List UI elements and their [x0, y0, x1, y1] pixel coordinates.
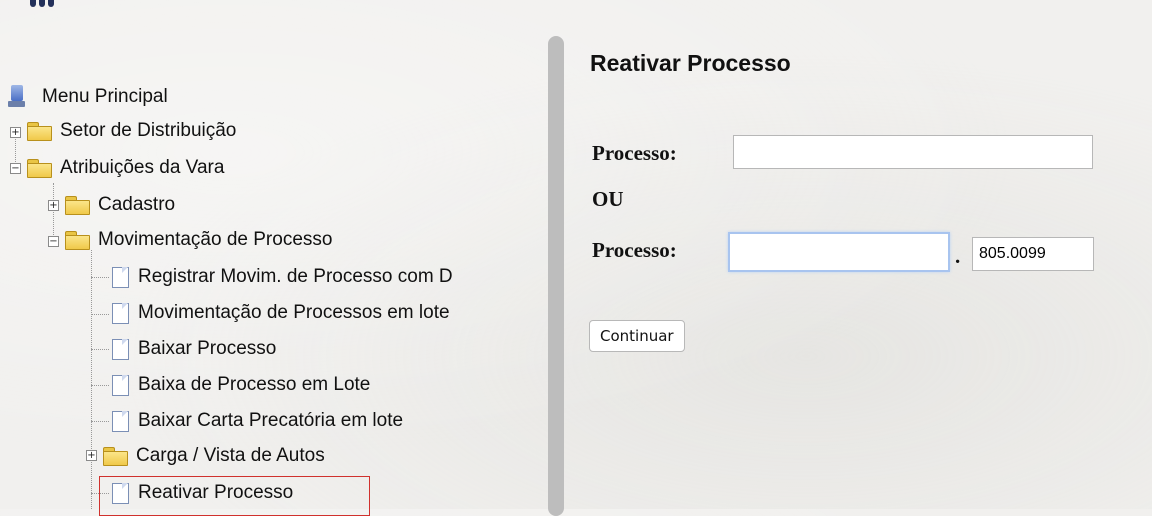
- continue-button[interactable]: Continuar: [589, 320, 685, 352]
- tree-item-label: Atribuições da Vara: [60, 157, 225, 178]
- document-icon: [110, 374, 130, 396]
- processo-number-input[interactable]: [728, 232, 950, 272]
- tree-item-label: Setor de Distribuição: [60, 120, 237, 141]
- tree-item-label: Reativar Processo: [138, 482, 294, 503]
- processo-input[interactable]: [733, 135, 1093, 169]
- folder-icon: [64, 196, 90, 215]
- expand-icon[interactable]: +: [86, 450, 97, 461]
- tree-item-movimentacao-lote[interactable]: Movimentação de Processos em lote: [110, 298, 450, 328]
- suffix-separator: .: [955, 244, 961, 268]
- processo-label: Processo:: [592, 141, 677, 165]
- folder-icon: [102, 447, 128, 466]
- document-icon: [110, 338, 130, 360]
- panel-scrollbar[interactable]: [548, 36, 564, 516]
- tree-item-label: Registrar Movim. de Processo com D: [138, 266, 453, 287]
- folder-icon: [26, 122, 52, 141]
- tree-item-label: Movimentação de Processos em lote: [138, 302, 450, 323]
- computer-icon: [8, 85, 30, 109]
- ou-label: OU: [592, 187, 624, 211]
- tree-item-baixar-processo[interactable]: Baixar Processo: [110, 334, 276, 364]
- document-icon: [110, 482, 130, 504]
- tree-item-cadastro[interactable]: Cadastro: [64, 190, 175, 220]
- tree-item-label: Baixar Processo: [138, 338, 277, 359]
- tree-connector: [91, 421, 109, 422]
- tree-item-baixar-carta[interactable]: Baixar Carta Precatória em lote: [110, 406, 403, 436]
- collapse-icon[interactable]: −: [48, 236, 59, 247]
- tree-item-movimentacao[interactable]: Movimentação de Processo: [64, 225, 332, 255]
- expand-icon[interactable]: +: [10, 127, 21, 138]
- tree-connector: [91, 250, 92, 509]
- tree-connector: [91, 314, 109, 315]
- tree-connector: [53, 183, 54, 243]
- tree-item-carga[interactable]: Carga / Vista de Autos: [102, 441, 325, 471]
- tree-item-label: Cadastro: [98, 194, 176, 215]
- tree-item-atribuicoes[interactable]: Atribuições da Vara: [26, 153, 224, 183]
- collapse-icon[interactable]: −: [10, 163, 21, 174]
- menu-tree: Menu Principal + Setor de Distribuição −…: [0, 0, 545, 516]
- tree-item-registrar[interactable]: Registrar Movim. de Processo com D: [110, 262, 453, 292]
- tree-root[interactable]: Menu Principal: [8, 82, 168, 112]
- tree-item-label: Baixar Carta Precatória em lote: [138, 410, 404, 431]
- processo-suffix-input[interactable]: [972, 237, 1094, 271]
- tree-root-label: Menu Principal: [42, 86, 168, 107]
- tree-item-reativar[interactable]: Reativar Processo: [110, 478, 293, 508]
- tree-item-label: Baixa de Processo em Lote: [138, 374, 371, 395]
- tree-item-setor[interactable]: Setor de Distribuição: [26, 116, 236, 146]
- page-title: Reativar Processo: [590, 50, 791, 76]
- tree-item-label: Movimentação de Processo: [98, 229, 333, 250]
- tree-connector: [91, 349, 109, 350]
- expand-icon[interactable]: +: [48, 200, 59, 211]
- processo-label-2: Processo:: [592, 238, 677, 262]
- document-icon: [110, 302, 130, 324]
- tree-item-label: Carga / Vista de Autos: [136, 445, 325, 466]
- tree-connector: [91, 385, 109, 386]
- folder-open-icon: [26, 159, 52, 178]
- folder-open-icon: [64, 231, 90, 250]
- document-icon: [110, 410, 130, 432]
- tree-item-baixa-lote[interactable]: Baixa de Processo em Lote: [110, 370, 370, 400]
- document-icon: [110, 266, 130, 288]
- tree-connector: [91, 277, 109, 278]
